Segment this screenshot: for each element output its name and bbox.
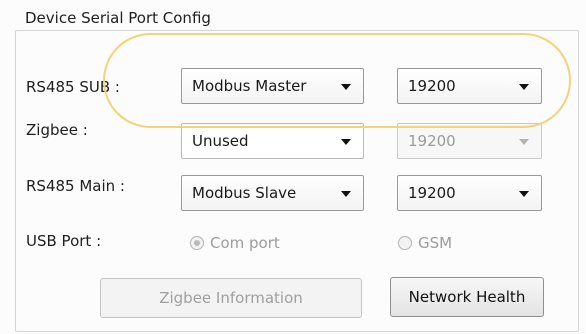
zigbee-baud-value: 19200	[408, 132, 456, 150]
gsm-label: GSM	[418, 234, 453, 252]
zigbee-information-button: Zigbee Information	[100, 278, 362, 318]
radio-checked-icon	[190, 236, 204, 250]
chevron-down-icon	[341, 84, 351, 90]
rs485-main-mode-value: Modbus Slave	[192, 184, 297, 202]
zigbee-mode-select[interactable]: Unused	[181, 123, 364, 159]
rs485-main-baud-value: 19200	[408, 184, 456, 202]
group-title: Device Serial Port Config	[20, 9, 216, 27]
rs485-sub-mode-select[interactable]: Modbus Master	[181, 68, 364, 104]
rs485-sub-baud-value: 19200	[408, 77, 456, 95]
chevron-down-icon	[341, 191, 351, 197]
network-health-button[interactable]: Network Health	[390, 277, 544, 317]
rs485-sub-baud-select[interactable]: 19200	[397, 68, 542, 104]
zigbee-baud-select: 19200	[397, 123, 542, 159]
zigbee-mode-value: Unused	[192, 132, 249, 150]
chevron-down-icon	[519, 84, 529, 90]
rs485-main-baud-select[interactable]: 19200	[397, 175, 542, 211]
usb-port-label: USB Port :	[26, 232, 102, 250]
rs485-main-label: RS485 Main :	[26, 177, 125, 195]
com-port-radio[interactable]: Com port	[190, 234, 280, 252]
chevron-down-icon	[519, 139, 529, 145]
gsm-radio[interactable]: GSM	[398, 234, 452, 252]
chevron-down-icon	[519, 191, 529, 197]
rs485-main-mode-select[interactable]: Modbus Slave	[181, 175, 364, 211]
radio-unchecked-icon	[398, 236, 412, 250]
rs485-sub-label: RS485 SUB :	[26, 78, 120, 96]
rs485-sub-mode-value: Modbus Master	[192, 77, 307, 95]
com-port-label: Com port	[210, 234, 280, 252]
zigbee-label: Zigbee :	[26, 121, 88, 139]
chevron-down-icon	[341, 139, 351, 145]
